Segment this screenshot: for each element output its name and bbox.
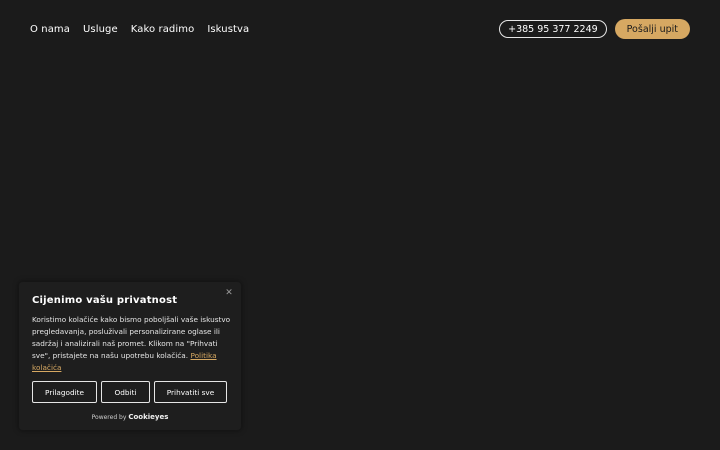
cookie-buttons: Prilagodite Odbiti Prihvatiti sve bbox=[32, 381, 227, 403]
phone-button[interactable]: +385 95 377 2249 bbox=[499, 20, 607, 38]
nav-link-how-we-work[interactable]: Kako radimo bbox=[131, 24, 195, 35]
powered-by: Powered by Cookieyes bbox=[19, 413, 241, 421]
nav-link-services[interactable]: Usluge bbox=[83, 24, 118, 35]
cookieyes-logo[interactable]: Cookieyes bbox=[128, 413, 168, 421]
nav-link-about[interactable]: O nama bbox=[30, 24, 70, 35]
accept-all-button[interactable]: Prihvatiti sve bbox=[154, 381, 227, 403]
cookie-banner-title: Cijenimo vašu privatnost bbox=[32, 295, 178, 306]
close-icon[interactable]: ✕ bbox=[224, 288, 234, 298]
send-inquiry-button[interactable]: Pošalji upit bbox=[614, 19, 690, 39]
customize-button[interactable]: Prilagodite bbox=[32, 381, 97, 403]
header-nav: O nama Usluge Kako radimo Iskustva +385 … bbox=[30, 19, 690, 39]
page: O nama Usluge Kako radimo Iskustva +385 … bbox=[0, 0, 720, 450]
nav-actions: +385 95 377 2249 Pošalji upit bbox=[499, 19, 690, 39]
nav-link-experiences[interactable]: Iskustva bbox=[207, 24, 249, 35]
cookie-consent-banner: ✕ Cijenimo vašu privatnost Koristimo kol… bbox=[19, 282, 241, 430]
cookie-banner-text: Koristimo kolačiće kako bismo poboljšali… bbox=[32, 314, 232, 374]
nav-links: O nama Usluge Kako radimo Iskustva bbox=[30, 24, 249, 35]
powered-by-label: Powered by bbox=[91, 414, 127, 421]
reject-button[interactable]: Odbiti bbox=[101, 381, 150, 403]
